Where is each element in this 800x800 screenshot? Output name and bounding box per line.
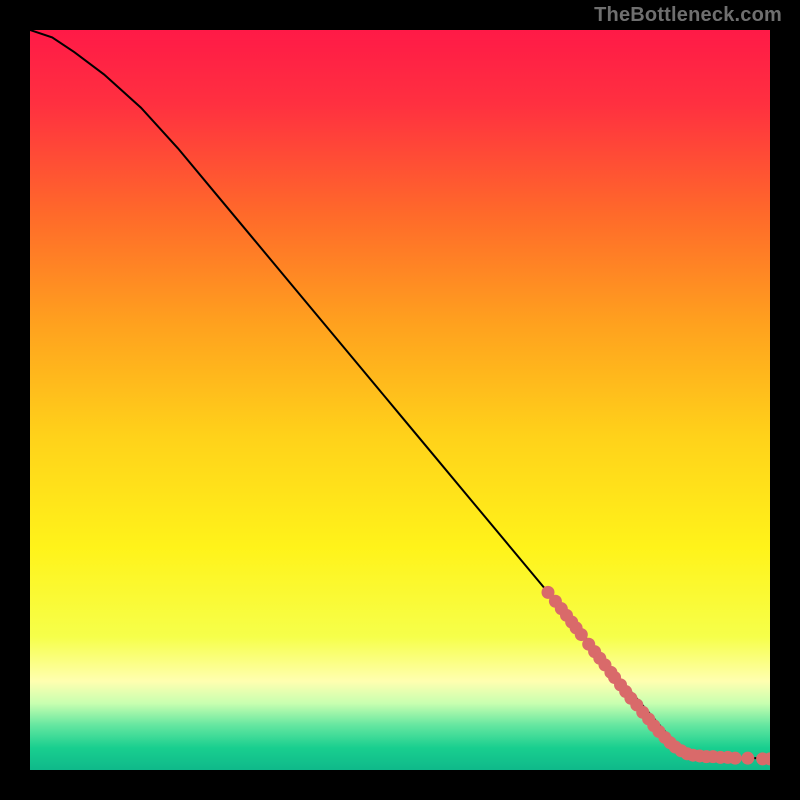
data-dot [741, 752, 754, 765]
plot-area [30, 30, 770, 770]
gradient-background [30, 30, 770, 770]
chart-svg [30, 30, 770, 770]
chart-root: TheBottleneck.com [0, 0, 800, 800]
data-dot [729, 752, 742, 765]
watermark-text: TheBottleneck.com [594, 4, 782, 27]
